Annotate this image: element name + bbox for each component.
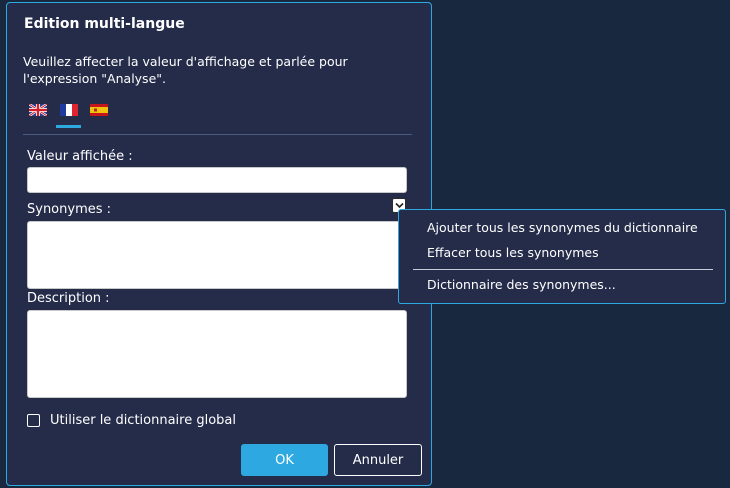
description-textarea[interactable]: [27, 310, 407, 398]
cancel-button[interactable]: Annuler: [334, 444, 422, 476]
divider: [23, 134, 412, 135]
global-dictionary-label: Utiliser le dictionnaire global: [50, 412, 237, 428]
multilang-dialog: Edition multi-langue Veuillez affecter l…: [6, 2, 432, 486]
synonyms-context-menu: Ajouter tous les synonymes du dictionnai…: [398, 209, 726, 304]
ok-button[interactable]: OK: [241, 444, 328, 476]
global-dictionary-option[interactable]: Utiliser le dictionnaire global: [27, 412, 236, 428]
synonyms-textarea[interactable]: [27, 221, 407, 289]
displayed-value-label: Valeur affichée :: [27, 149, 133, 164]
active-language-indicator: [56, 125, 81, 128]
language-tabs: [29, 104, 119, 130]
instruction-text: Veuillez affecter la valeur d'affichage …: [23, 54, 348, 86]
synonyms-label: Synonymes :: [27, 202, 112, 217]
menu-item-synonym-dictionary[interactable]: Dictionnaire des synonymes...: [427, 277, 616, 292]
dialog-title: Edition multi-langue: [24, 16, 185, 32]
chevron-down-icon: [395, 202, 404, 209]
uk-flag-icon[interactable]: [29, 104, 47, 116]
description-label: Description :: [27, 291, 110, 306]
global-dictionary-checkbox[interactable]: [27, 413, 40, 427]
france-flag-icon[interactable]: [60, 104, 78, 116]
menu-item-add-all-synonyms[interactable]: Ajouter tous les synonymes du dictionnai…: [427, 220, 698, 235]
menu-separator: [413, 269, 713, 270]
spain-flag-icon[interactable]: [90, 104, 108, 116]
displayed-value-input[interactable]: [27, 167, 407, 193]
menu-item-clear-synonyms[interactable]: Effacer tous les synonymes: [427, 245, 599, 260]
